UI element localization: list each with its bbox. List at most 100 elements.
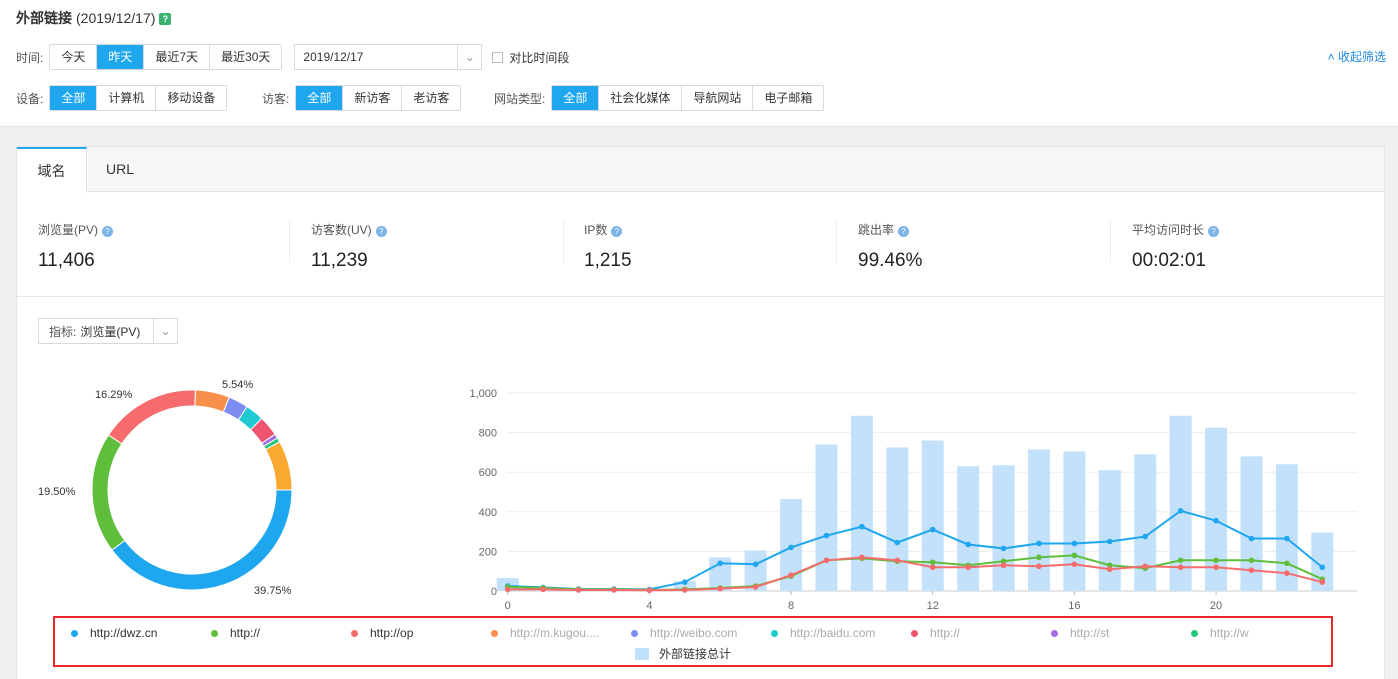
tab-url[interactable]: URL [87, 147, 153, 192]
legend-item-1[interactable]: http:// [211, 626, 260, 640]
series-point-2[interactable] [1319, 579, 1326, 585]
series-point-0[interactable] [1284, 535, 1290, 542]
series-point-2[interactable] [752, 584, 759, 590]
series-point-1[interactable] [929, 559, 936, 566]
donut-slice-0[interactable] [111, 489, 293, 591]
series-point-1[interactable] [1177, 557, 1184, 564]
help-icon[interactable]: ? [159, 13, 172, 25]
series-point-0[interactable] [823, 532, 830, 539]
series-point-0[interactable] [788, 544, 794, 551]
legend-item-8[interactable]: http://w [1191, 626, 1249, 640]
bar-total[interactable] [1063, 451, 1086, 591]
series-point-0[interactable] [1000, 545, 1007, 552]
help-icon[interactable]: ? [1208, 226, 1220, 237]
legend-total[interactable]: 外部链接总计 [635, 645, 731, 662]
series-point-2[interactable] [504, 586, 511, 593]
series-point-0[interactable] [1106, 538, 1113, 545]
chevron-down-icon[interactable]: ⌄ [457, 45, 481, 69]
compare-checkbox[interactable] [492, 51, 504, 63]
series-point-2[interactable] [1071, 561, 1078, 568]
series-point-0[interactable] [752, 561, 759, 568]
time-button-0[interactable]: 今天 [50, 45, 97, 69]
legend-item-6[interactable]: http:// [911, 626, 960, 640]
bar-total[interactable] [815, 444, 838, 591]
series-point-1[interactable] [1284, 560, 1290, 567]
series-point-0[interactable] [929, 526, 936, 533]
series-point-1[interactable] [1213, 557, 1219, 564]
series-point-2[interactable] [1213, 564, 1219, 571]
series-point-2[interactable] [1000, 562, 1007, 569]
series-point-0[interactable] [965, 541, 971, 548]
series-point-0[interactable] [1142, 533, 1149, 540]
bar-total[interactable] [957, 466, 980, 591]
bar-total[interactable] [850, 415, 873, 591]
series-point-2[interactable] [1142, 563, 1149, 570]
donut-slice-9[interactable] [264, 441, 293, 491]
time-button-3[interactable]: 最近30天 [209, 45, 282, 69]
series-point-1[interactable] [1248, 557, 1255, 564]
series-point-0[interactable] [681, 579, 688, 585]
series-point-2[interactable] [929, 564, 936, 571]
series-point-2[interactable] [1248, 567, 1255, 574]
series-point-0[interactable] [859, 523, 865, 530]
device-button-1[interactable]: 计算机 [96, 86, 156, 110]
series-point-2[interactable] [540, 586, 546, 593]
tab-domain[interactable]: 域名 [17, 147, 87, 193]
collapse-filter-link[interactable]: ˄ 收起筛选 [1328, 48, 1386, 65]
series-point-2[interactable] [788, 572, 794, 578]
time-button-1[interactable]: 昨天 [96, 45, 144, 69]
chevron-down-icon[interactable]: ⌄ [153, 319, 177, 343]
legend-item-0[interactable]: http://dwz.cn [71, 626, 157, 640]
site-button-1[interactable]: 社会化媒体 [598, 86, 682, 110]
legend-dot-icon [71, 629, 78, 637]
series-point-2[interactable] [611, 587, 617, 593]
bar-total[interactable] [992, 465, 1015, 591]
series-point-2[interactable] [1284, 570, 1290, 576]
series-point-2[interactable] [717, 585, 724, 592]
series-point-0[interactable] [1248, 535, 1255, 542]
series-point-0[interactable] [1319, 564, 1326, 571]
time-button-2[interactable]: 最近7天 [143, 45, 210, 69]
series-point-0[interactable] [1177, 508, 1184, 514]
series-point-2[interactable] [646, 587, 653, 594]
series-point-2[interactable] [575, 587, 582, 593]
series-point-2[interactable] [681, 587, 688, 593]
series-point-0[interactable] [1036, 540, 1042, 547]
visitor-button-2[interactable]: 老访客 [401, 86, 461, 110]
series-point-1[interactable] [1071, 552, 1078, 559]
bar-total[interactable] [886, 447, 909, 591]
legend-item-3[interactable]: http://m.kugou.... [491, 626, 599, 640]
series-point-0[interactable] [717, 560, 724, 567]
help-icon[interactable]: ? [375, 226, 387, 237]
device-button-0[interactable]: 全部 [50, 86, 97, 110]
visitor-button-1[interactable]: 新访客 [342, 86, 402, 110]
series-point-1[interactable] [1036, 554, 1042, 561]
help-icon[interactable]: ? [611, 226, 623, 237]
visitor-button-0[interactable]: 全部 [296, 86, 343, 110]
series-point-2[interactable] [965, 564, 971, 571]
legend-item-5[interactable]: http://baidu.com [771, 626, 875, 640]
help-icon[interactable]: ? [898, 226, 910, 237]
help-icon[interactable]: ? [102, 226, 114, 237]
series-point-2[interactable] [823, 557, 830, 564]
metric-select[interactable]: 指标: 浏览量(PV) ⌄ [38, 318, 178, 344]
bar-total[interactable] [1098, 470, 1121, 591]
series-point-2[interactable] [894, 557, 901, 564]
donut-slice-1[interactable] [91, 434, 126, 551]
series-point-2[interactable] [859, 554, 865, 561]
site-button-0[interactable]: 全部 [552, 86, 599, 110]
device-button-2[interactable]: 移动设备 [155, 86, 227, 110]
series-point-0[interactable] [894, 539, 901, 546]
series-point-0[interactable] [1071, 540, 1078, 547]
series-point-2[interactable] [1036, 563, 1042, 570]
date-select[interactable]: 2019/12/17 ⌄ [294, 44, 483, 70]
site-button-3[interactable]: 电子邮箱 [752, 86, 824, 110]
site-button-2[interactable]: 导航网站 [681, 86, 753, 110]
bar-total[interactable] [1027, 449, 1050, 591]
legend-item-7[interactable]: http://st [1051, 626, 1109, 640]
series-point-0[interactable] [1213, 517, 1219, 524]
series-point-2[interactable] [1177, 564, 1184, 571]
legend-item-2[interactable]: http://op [351, 626, 413, 640]
series-point-2[interactable] [1106, 566, 1113, 573]
legend-item-4[interactable]: http://weibo.com [631, 626, 737, 640]
